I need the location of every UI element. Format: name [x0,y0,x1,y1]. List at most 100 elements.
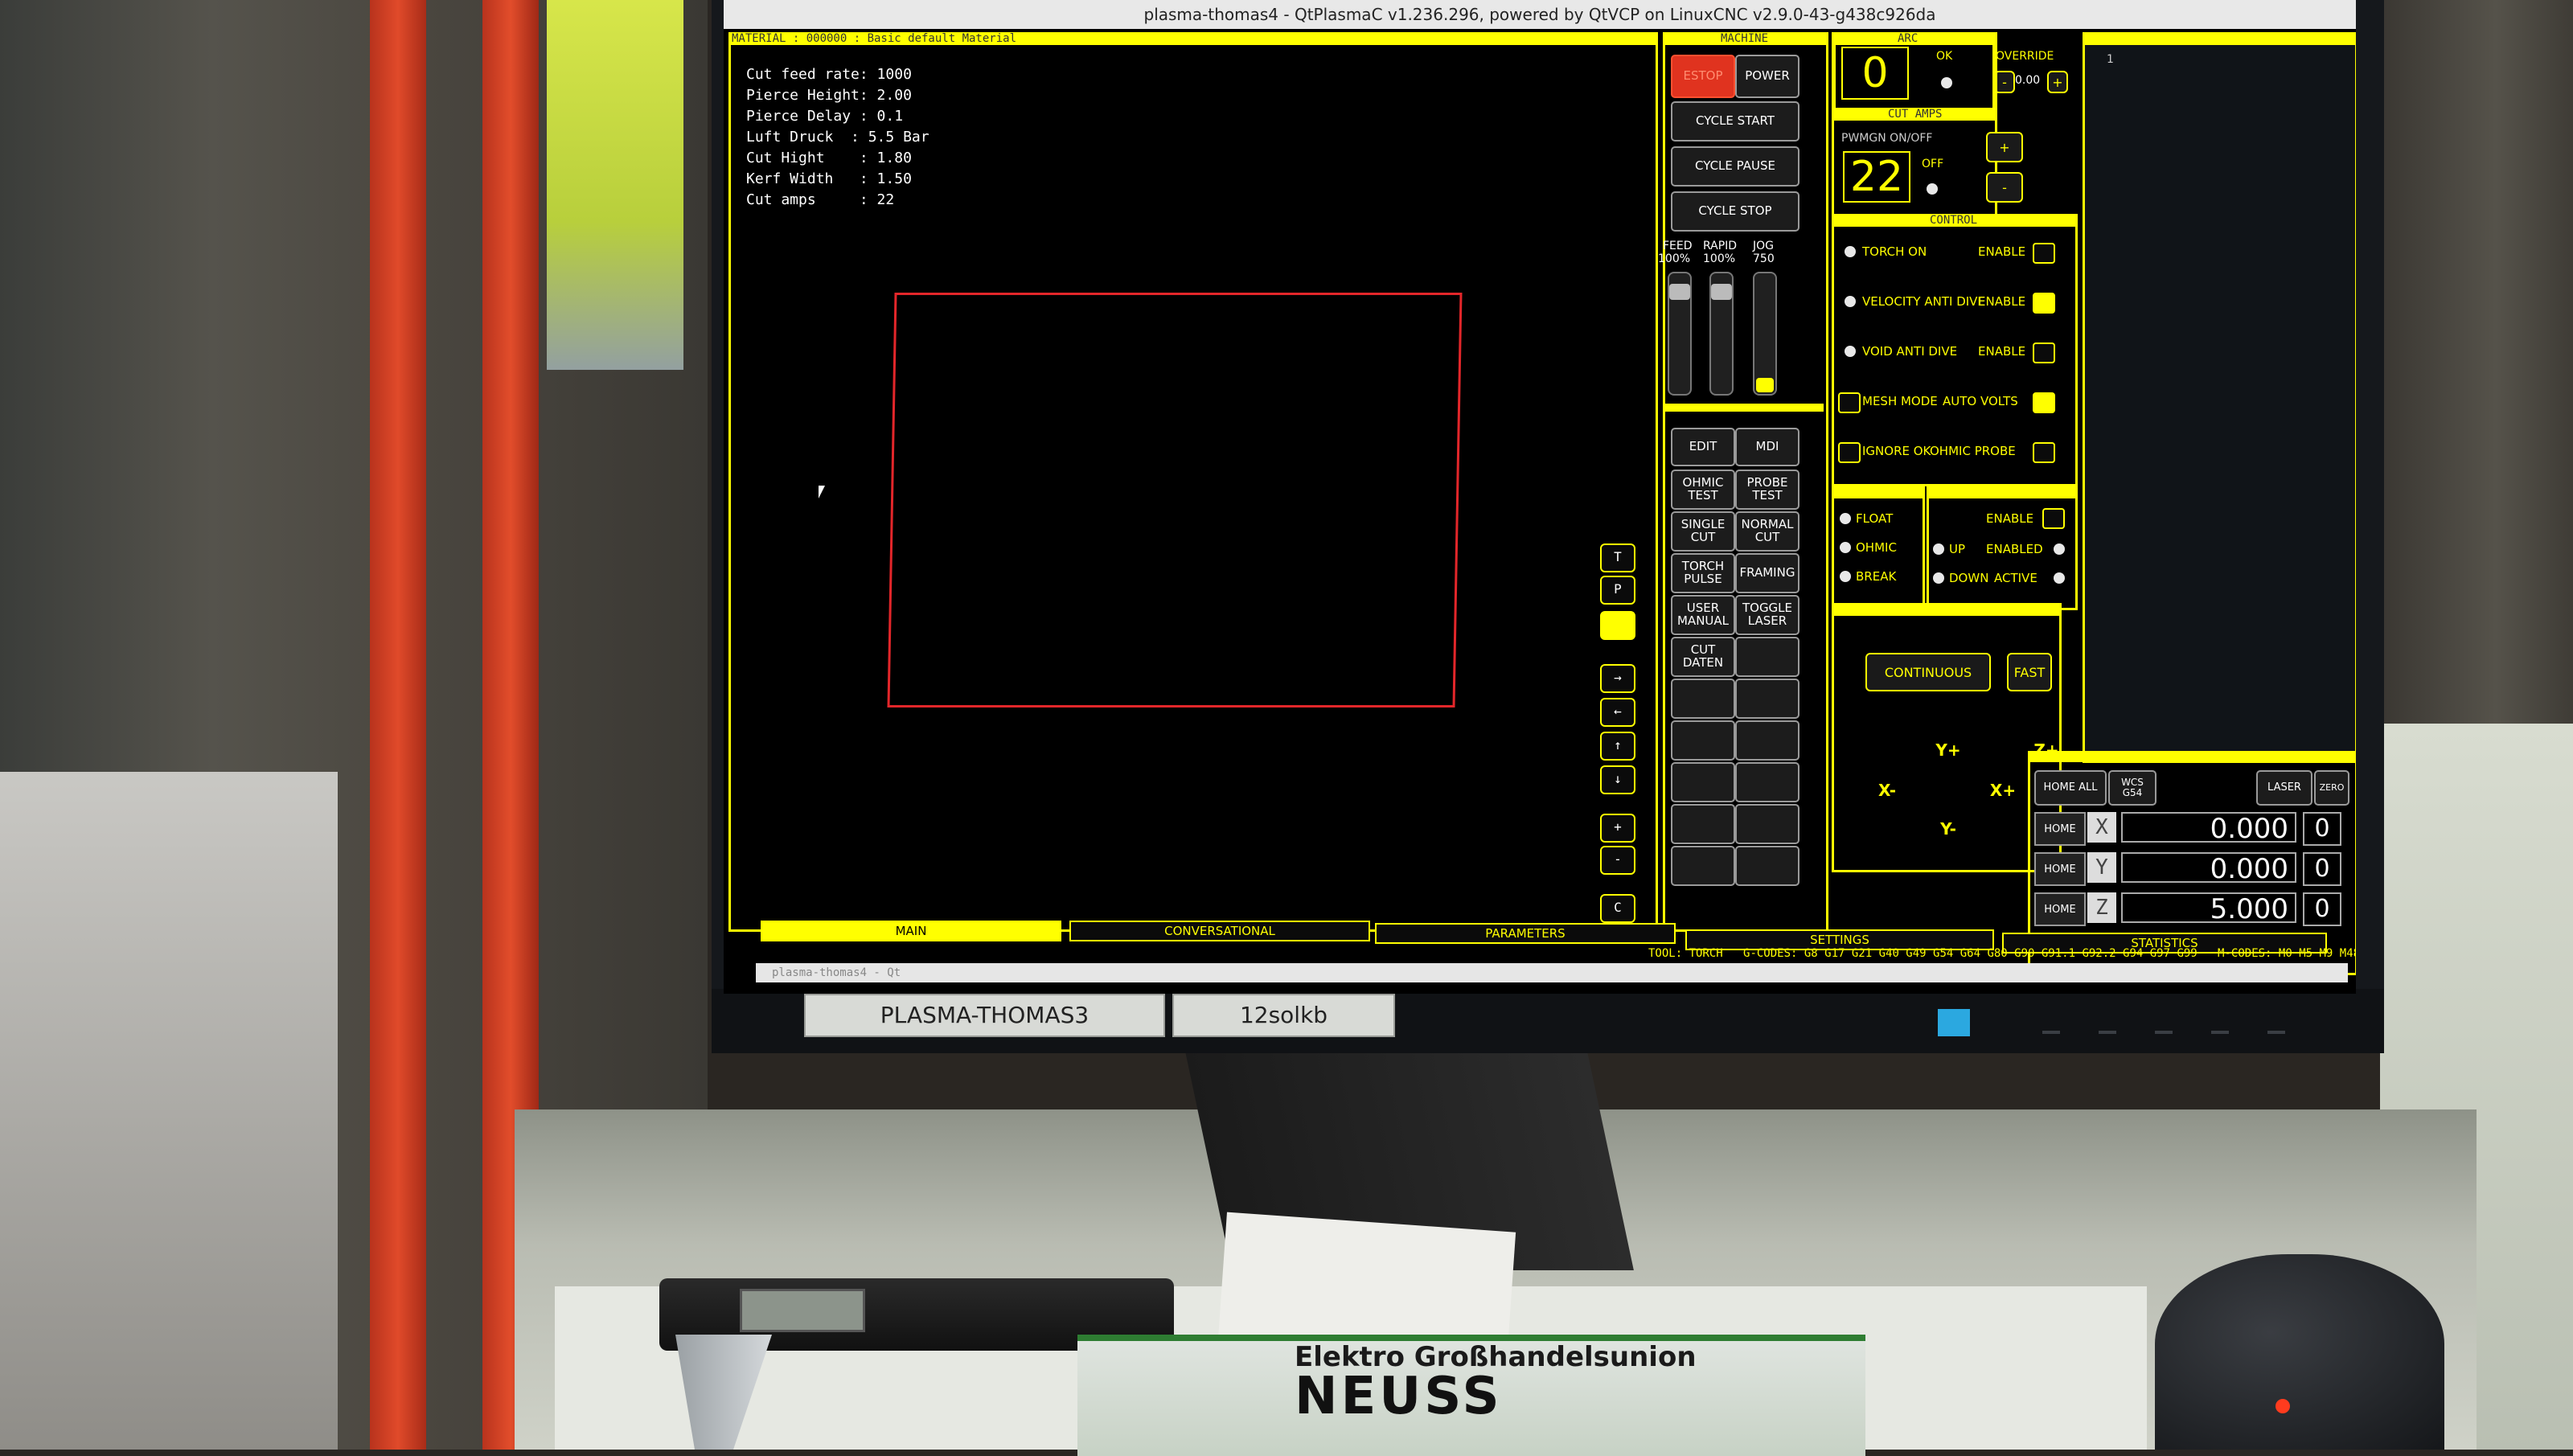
feed-slider[interactable] [1668,272,1692,396]
estop-button[interactable]: ESTOP [1671,55,1735,98]
probe-test-button[interactable]: PROBE TEST [1735,470,1799,510]
jog-fast-button[interactable]: FAST [2007,653,2052,691]
ignore-ok-checkbox[interactable] [1838,442,1861,463]
home-all-button[interactable]: HOME ALL [2034,770,2107,806]
feed-label: FEED [1663,240,1693,252]
rapid-slider[interactable] [1709,272,1734,396]
pan-right-button[interactable]: → [1600,664,1635,693]
break-label: BREAK [1856,569,1897,584]
cut-daten-button[interactable]: CUT DATEN [1671,637,1735,677]
toggle-laser-button[interactable]: TOGGLE LASER [1735,595,1799,635]
custom-button[interactable] [1671,720,1735,761]
custom-button[interactable] [1735,762,1799,802]
framing-button[interactable]: FRAMING [1735,553,1799,593]
hanging-jacket [547,0,683,370]
axis-x-label: X [2087,812,2116,843]
normal-cut-button[interactable]: NORMAL CUT [1735,511,1799,552]
view-perspective-button[interactable]: P [1600,576,1635,605]
mdi-button[interactable]: MDI [1735,428,1799,466]
gcode-info: Cut feed rate: 1000 Pierce Height: 2.00 … [746,66,929,208]
vad-enable-label: ENABLE [1978,294,2026,309]
jog-y-minus-button[interactable]: Y- [1928,810,1968,847]
feed-slider-knob[interactable] [1669,284,1690,300]
thc-enable-checkbox[interactable] [2042,508,2065,529]
custom-button[interactable] [1671,846,1735,886]
home-z-button[interactable]: HOME [2034,892,2086,926]
rapid-label: RAPID [1703,240,1738,252]
axis-x-value: 0.000 [2121,812,2296,844]
user-manual-button[interactable]: USER MANUAL [1671,595,1735,635]
torch-enable-checkbox[interactable] [2033,243,2055,264]
custom-button[interactable] [1671,762,1735,802]
thc-up-indicator [1933,543,1944,555]
torch-pulse-button[interactable]: TORCH PULSE [1671,553,1735,593]
override-value: 0.00 [2015,74,2041,87]
tab-main[interactable]: MAIN [761,921,1061,941]
custom-button[interactable] [1735,679,1799,719]
jog-x-minus-button[interactable]: X- [1867,772,1907,809]
arc-ok-label: OK [1936,50,1953,63]
view-top-button[interactable]: T [1600,543,1635,572]
custom-button[interactable] [1671,679,1735,719]
screen: plasma-thomas4 - QtPlasmaC v1.236.296, p… [724,0,2356,994]
ohmic-probe-label: OHMIC PROBE [1930,444,2016,458]
pan-up-button[interactable]: ↑ [1600,732,1635,761]
custom-button[interactable] [1735,804,1799,844]
auto-volts-checkbox[interactable] [2033,392,2055,413]
mouse-cursor [819,486,825,498]
jog-x-plus-button[interactable]: X+ [1983,772,2023,809]
clear-button[interactable]: C [1600,894,1635,923]
ohmic-indicator [1840,542,1851,553]
ohmic-test-button[interactable]: OHMIC TEST [1671,470,1735,510]
zero-y-button[interactable]: 0 [2303,852,2341,886]
monitor-button [2211,1031,2229,1034]
jog-label: JOG [1753,240,1774,252]
edit-button[interactable]: EDIT [1671,428,1735,466]
axis-y-value: 0.000 [2121,852,2296,884]
pwm-off-label: OFF [1922,158,1944,170]
machine-header: MACHINE [1721,32,1793,45]
gcodes-status: G-CODES: G8 G17 G21 G40 G49 G54 G64 G80 … [1743,947,2198,960]
zoom-out-button[interactable]: - [1600,846,1635,875]
vad-enable-checkbox[interactable] [2033,293,2055,314]
jog-continuous-button[interactable]: CONTINUOUS [1865,653,1991,691]
torch-enable-label: ENABLE [1978,244,2026,259]
void-enable-checkbox[interactable] [2033,342,2055,363]
zoom-in-button[interactable]: + [1600,814,1635,843]
custom-button[interactable] [1735,720,1799,761]
pan-left-button[interactable]: ← [1600,698,1635,727]
ohmic-probe-checkbox[interactable] [2033,442,2055,463]
single-cut-button[interactable]: SINGLE CUT [1671,511,1735,552]
pwm-plus-button[interactable]: + [1986,132,2023,162]
home-y-button[interactable]: HOME [2034,852,2086,886]
torch-on-indicator [1845,246,1856,257]
power-button[interactable]: POWER [1735,55,1799,98]
tab-parameters[interactable]: PARAMETERS [1375,923,1676,944]
cycle-stop-button[interactable]: CYCLE STOP [1671,191,1799,232]
jog-y-plus-button[interactable]: Y+ [1928,732,1968,769]
dro-row-x: HOME X 0.000 0 [2034,812,2356,846]
cycle-start-button[interactable]: CYCLE START [1671,101,1799,141]
tab-conversational[interactable]: CONVERSATIONAL [1069,921,1370,941]
mesh-mode-checkbox[interactable] [1838,392,1861,413]
rapid-slider-knob[interactable] [1711,284,1732,300]
view-toggle-button[interactable] [1600,611,1635,640]
pwm-minus-button[interactable]: - [1986,172,2023,203]
custom-button[interactable] [1735,637,1799,677]
laser-button[interactable]: LASER [2256,770,2312,806]
home-x-button[interactable]: HOME [2034,812,2086,846]
jog-slider[interactable] [1753,272,1777,396]
zero-z-button[interactable]: 0 [2303,892,2341,926]
axis-z-value: 5.000 [2121,892,2296,925]
wcs-button[interactable]: WCS G54 [2108,770,2156,806]
override-plus-button[interactable]: + [2047,71,2068,93]
pan-down-button[interactable]: ↓ [1600,765,1635,794]
cycle-pause-button[interactable]: CYCLE PAUSE [1671,146,1799,187]
power-led [1938,1009,1970,1036]
zero-x-button[interactable]: 0 [2303,812,2341,846]
shelf-post [370,0,426,1450]
custom-button[interactable] [1735,846,1799,886]
mdi-input[interactable]: plasma-thomas4 - Qt [756,963,2348,982]
custom-button[interactable] [1671,804,1735,844]
zero-all-button[interactable]: ZERO [2314,770,2349,806]
